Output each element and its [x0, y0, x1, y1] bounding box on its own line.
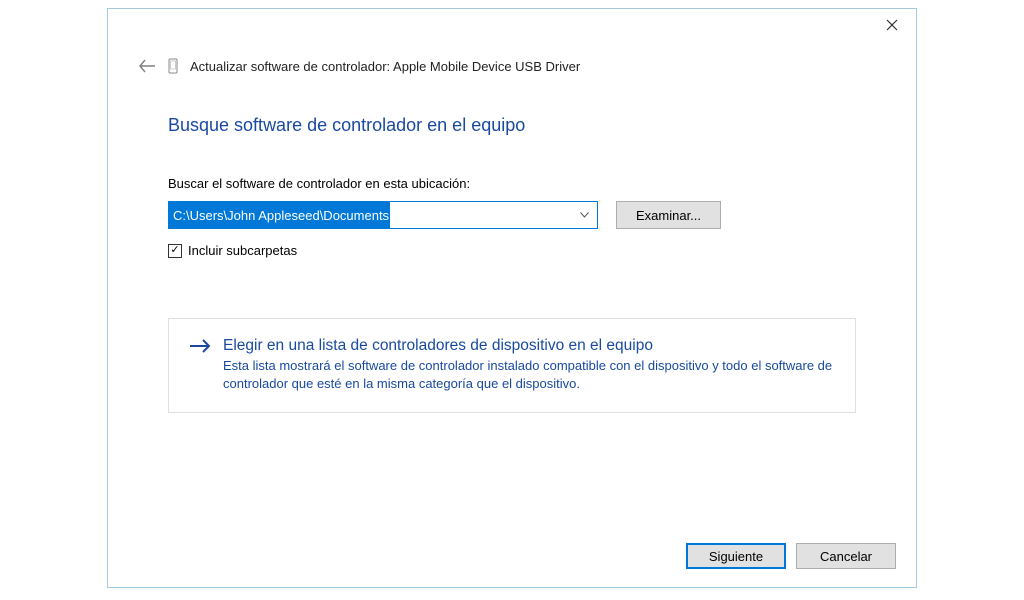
close-icon — [886, 19, 898, 31]
option-description: Esta lista mostrará el software de contr… — [223, 357, 835, 392]
path-combobox[interactable]: C:\Users\John Appleseed\Documents — [168, 201, 598, 229]
include-subfolders-checkbox[interactable]: ✓ — [168, 244, 182, 258]
device-icon — [166, 57, 180, 75]
dialog-title: Actualizar software de controlador: Appl… — [190, 59, 580, 74]
arrow-left-icon — [139, 59, 155, 73]
dialog-content: Busque software de controlador en el equ… — [108, 75, 916, 543]
close-button[interactable] — [878, 15, 906, 35]
path-value: C:\Users\John Appleseed\Documents — [169, 202, 390, 228]
option-title: Elegir en una lista de controladores de … — [223, 337, 835, 355]
cancel-button[interactable]: Cancelar — [796, 543, 896, 569]
path-label: Buscar el software de controlador en est… — [168, 176, 856, 191]
pick-from-list-option[interactable]: Elegir en una lista de controladores de … — [168, 318, 856, 413]
option-text: Elegir en una lista de controladores de … — [223, 337, 835, 392]
page-heading: Busque software de controlador en el equ… — [168, 115, 856, 136]
driver-update-dialog: Actualizar software de controlador: Appl… — [107, 8, 917, 588]
chevron-down-icon[interactable] — [572, 210, 597, 221]
back-button[interactable] — [138, 57, 156, 75]
check-icon: ✓ — [170, 245, 179, 256]
dialog-footer: Siguiente Cancelar — [108, 543, 916, 587]
arrow-right-icon — [189, 337, 211, 392]
next-button[interactable]: Siguiente — [686, 543, 786, 569]
include-subfolders-label: Incluir subcarpetas — [188, 243, 297, 258]
dialog-header: Actualizar software de controlador: Appl… — [108, 9, 916, 75]
include-subfolders-row: ✓ Incluir subcarpetas — [168, 243, 856, 258]
path-row: C:\Users\John Appleseed\Documents Examin… — [168, 201, 856, 229]
browse-button[interactable]: Examinar... — [616, 201, 721, 229]
